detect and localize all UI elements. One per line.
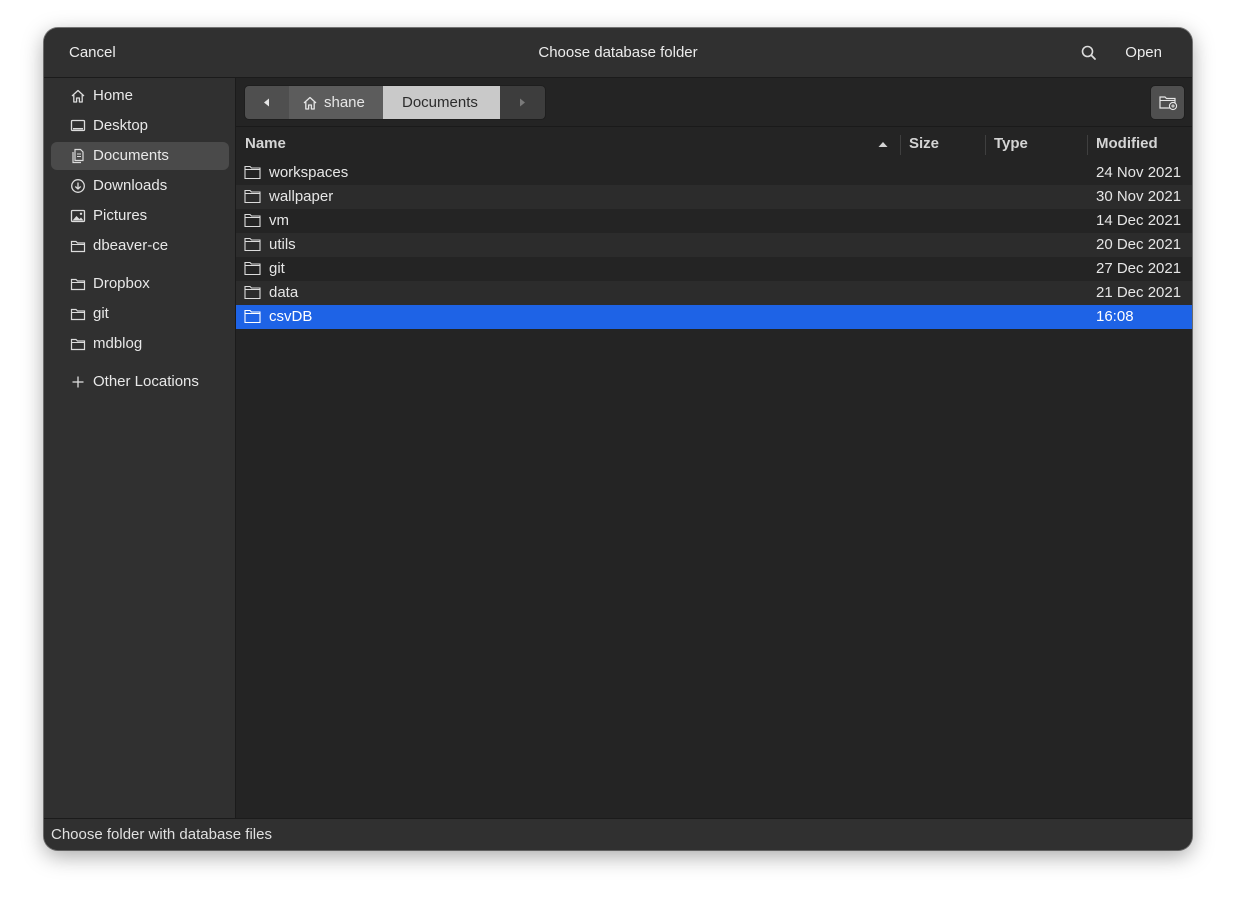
file-row-selected[interactable]: csvDB 16:08 [236,305,1192,329]
chevron-right-icon [520,98,525,107]
sidebar-item-label: Home [93,87,134,104]
column-header-type[interactable]: Type [994,127,1028,161]
path-segment-label: Documents [402,94,478,111]
file-row[interactable]: vm 14 Dec 2021 [236,209,1192,233]
new-folder-icon [1159,96,1178,111]
file-modified: 14 Dec 2021 [1096,212,1182,229]
folder-icon [244,237,261,252]
sidebar-item-label: Dropbox [93,275,150,292]
sidebar-item-home[interactable]: Home [51,82,229,110]
folder-icon [244,309,261,324]
open-button[interactable]: Open [1125,41,1162,65]
file-modified: 20 Dec 2021 [1096,236,1182,253]
new-folder-button[interactable] [1150,85,1185,120]
search-icon [1081,45,1096,60]
sidebar-item-dropbox[interactable]: Dropbox [51,270,229,298]
file-row[interactable]: workspaces 24 Nov 2021 [236,161,1192,185]
header-bar: Cancel Choose database folder Open [44,28,1192,78]
folder-icon [244,285,261,300]
sidebar-item-git[interactable]: git [51,300,229,328]
sidebar-item-documents[interactable]: Documents [51,142,229,170]
file-name: csvDB [269,308,313,325]
path-segment-documents[interactable]: Documents [383,86,500,119]
folder-icon [70,308,86,321]
sidebar-item-label: git [93,305,109,322]
file-chooser-dialog: Cancel Choose database folder Open Home … [44,28,1192,850]
folder-icon [244,261,261,276]
column-header-modified[interactable]: Modified [1096,127,1158,161]
file-name: utils [269,236,296,253]
sidebar-item-label: Documents [93,147,169,164]
home-icon [303,96,317,110]
status-bar: Choose folder with database files [44,818,1192,850]
path-forward-button[interactable] [500,86,545,119]
downloads-icon [71,179,85,193]
column-separator[interactable] [1087,135,1088,155]
folder-icon [244,189,261,204]
sidebar-item-desktop[interactable]: Desktop [51,112,229,140]
folder-icon [244,165,261,180]
column-header-name[interactable]: Name [245,127,286,161]
file-name: data [269,284,299,301]
chevron-left-icon [264,98,269,107]
file-modified: 24 Nov 2021 [1096,164,1182,181]
file-modified: 16:08 [1096,308,1134,325]
status-text: Choose folder with database files [51,826,272,843]
search-button[interactable] [1080,44,1098,62]
file-name: git [269,260,285,277]
sidebar-item-label: Pictures [93,207,148,224]
file-row[interactable]: git 27 Dec 2021 [236,257,1192,281]
folder-icon [244,213,261,228]
sidebar-item-label: Downloads [93,177,168,194]
dialog-title: Choose database folder [538,44,698,61]
path-segment-home[interactable]: shane [289,86,383,119]
sidebar-item-label: dbeaver-ce [93,237,169,254]
sidebar-item-label: Other Locations [93,373,199,390]
file-row[interactable]: data 21 Dec 2021 [236,281,1192,305]
sort-ascending-icon[interactable] [877,139,889,149]
home-icon [71,89,85,103]
folder-icon [70,338,86,351]
file-modified: 21 Dec 2021 [1096,284,1182,301]
file-list: Name Size Type Modified workspaces 24 No… [236,126,1192,818]
folder-icon [70,278,86,291]
column-separator[interactable] [985,135,986,155]
sidebar-item-other-locations[interactable]: Other Locations [51,368,229,396]
pictures-icon [70,209,86,223]
sidebar-item-mdblog[interactable]: mdblog [51,330,229,358]
sidebar-item-pictures[interactable]: Pictures [51,202,229,230]
places-sidebar: Home Desktop Documents Downloads Picture… [44,78,236,818]
sidebar-item-label: mdblog [93,335,143,352]
sidebar-item-label: Desktop [93,117,149,134]
file-row[interactable]: utils 20 Dec 2021 [236,233,1192,257]
file-row[interactable]: wallpaper 30 Nov 2021 [236,185,1192,209]
file-name: workspaces [269,164,349,181]
path-bar: shane Documents [244,85,546,120]
file-name: vm [269,212,289,229]
file-name: wallpaper [269,188,334,205]
documents-icon [72,148,84,164]
column-header-size[interactable]: Size [909,127,939,161]
file-modified: 27 Dec 2021 [1096,260,1182,277]
desktop-icon [70,119,86,132]
column-separator[interactable] [900,135,901,155]
sidebar-item-dbeaver-ce[interactable]: dbeaver-ce [51,232,229,260]
path-back-button[interactable] [245,86,289,119]
file-modified: 30 Nov 2021 [1096,188,1182,205]
path-segment-label: shane [324,94,365,111]
sidebar-item-downloads[interactable]: Downloads [51,172,229,200]
folder-icon [70,240,86,253]
plus-icon [72,376,84,388]
